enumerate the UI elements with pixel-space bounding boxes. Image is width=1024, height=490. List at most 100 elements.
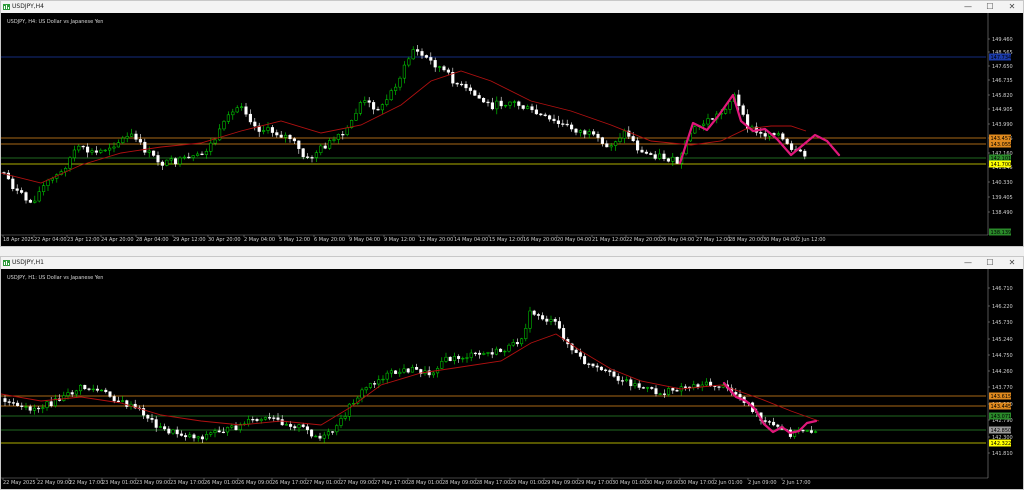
candle-body bbox=[192, 434, 196, 439]
candle bbox=[478, 350, 482, 359]
candle bbox=[636, 137, 640, 154]
candle bbox=[91, 384, 95, 393]
candle-body bbox=[640, 149, 644, 153]
candle-body bbox=[644, 151, 648, 154]
badge-label: 141.700 bbox=[991, 162, 1012, 168]
candle bbox=[438, 65, 442, 72]
candle-body bbox=[16, 402, 20, 407]
time-tick-label: 15 May 12:00 bbox=[489, 237, 523, 243]
candle-body bbox=[200, 436, 204, 440]
maximize-button[interactable]: ☐ bbox=[985, 257, 995, 269]
candle-body bbox=[595, 365, 599, 368]
candle bbox=[200, 434, 204, 443]
candle-body bbox=[15, 188, 19, 191]
candle bbox=[108, 391, 112, 398]
candle-body bbox=[86, 146, 90, 153]
candle-body bbox=[402, 368, 406, 373]
candle-body bbox=[561, 123, 565, 125]
candle-body bbox=[578, 352, 582, 357]
candle-body bbox=[781, 133, 785, 140]
candle bbox=[507, 343, 511, 353]
candle bbox=[494, 346, 498, 356]
candle-body bbox=[478, 352, 482, 355]
candle-body bbox=[442, 66, 446, 71]
time-tick-label: 27 May 01:00 bbox=[306, 480, 340, 486]
candle bbox=[364, 386, 368, 394]
candle bbox=[336, 133, 340, 144]
candle-body bbox=[557, 321, 561, 329]
candle bbox=[473, 89, 477, 96]
maximize-button[interactable]: ☐ bbox=[985, 1, 995, 13]
candle bbox=[248, 109, 252, 125]
candle bbox=[301, 147, 305, 160]
price-chart-h4[interactable]: USDJPY, H4: US Dollar vs Japanese Yen 149… bbox=[1, 13, 1023, 246]
candle bbox=[633, 380, 637, 389]
candle-body bbox=[163, 426, 167, 430]
candle bbox=[24, 402, 28, 411]
candle bbox=[704, 378, 708, 387]
candle bbox=[314, 150, 318, 163]
candle bbox=[372, 100, 376, 115]
candle-body bbox=[671, 156, 675, 162]
candle bbox=[305, 424, 309, 435]
candle-body bbox=[431, 372, 435, 376]
candle-body bbox=[275, 132, 279, 136]
candle-body bbox=[37, 191, 41, 202]
candle bbox=[490, 97, 494, 111]
candle-body bbox=[24, 192, 28, 201]
candle-body bbox=[526, 106, 530, 109]
candle-body bbox=[692, 384, 696, 388]
candle-body bbox=[253, 121, 257, 127]
candle bbox=[486, 351, 490, 357]
minimize-button[interactable]: — bbox=[963, 257, 973, 269]
candle-body bbox=[3, 398, 7, 402]
price-chart-h1[interactable]: USDJPY, H1: US Dollar vs Japanese Yen 146… bbox=[1, 269, 1023, 489]
pattern-drawing[interactable] bbox=[678, 93, 841, 165]
candle-body bbox=[767, 421, 771, 423]
candle bbox=[74, 389, 78, 398]
time-tick-label: 2 Jun 09:00 bbox=[748, 480, 777, 486]
candle-body bbox=[530, 106, 534, 111]
candle-body bbox=[410, 367, 414, 373]
chart-window-h4[interactable]: USDJPY,H4 — ☐ ✕ USDJPY, H4: US Dollar vs… bbox=[0, 0, 1024, 247]
candle-body bbox=[637, 383, 641, 388]
chart-canvas[interactable]: USDJPY, H4: US Dollar vs Japanese Yen 149… bbox=[1, 13, 1023, 246]
candle bbox=[517, 100, 521, 110]
candle-body bbox=[394, 370, 398, 374]
candle-body bbox=[658, 393, 662, 395]
candle bbox=[319, 143, 323, 156]
candle-body bbox=[263, 417, 267, 420]
candle-body bbox=[332, 139, 336, 141]
chart-canvas[interactable]: USDJPY, H1: US Dollar vs Japanese Yen 146… bbox=[1, 269, 1023, 489]
chart-window-h1[interactable]: USDJPY,H1 — ☐ ✕ USDJPY, H1: US Dollar vs… bbox=[0, 256, 1024, 490]
minimize-button[interactable]: — bbox=[963, 1, 973, 13]
close-button[interactable]: ✕ bbox=[1007, 257, 1017, 269]
candle-body bbox=[339, 418, 343, 426]
candle-body bbox=[486, 101, 490, 104]
time-tick-label: 23 Apr 12:00 bbox=[67, 237, 100, 243]
candle-body bbox=[280, 419, 284, 426]
window-titlebar[interactable]: USDJPY,H4 — ☐ ✕ bbox=[1, 1, 1023, 13]
price-level-badge: 147.734 bbox=[989, 53, 1011, 61]
candle bbox=[486, 99, 490, 107]
candle bbox=[150, 413, 154, 423]
time-tick-label: 27 May 12:00 bbox=[696, 237, 730, 243]
candle bbox=[37, 405, 41, 413]
close-button[interactable]: ✕ bbox=[1007, 1, 1017, 13]
candle-body bbox=[636, 140, 640, 151]
time-tick-label: 26 May 01:00 bbox=[204, 480, 238, 486]
time-tick-label: 12 May 20:00 bbox=[419, 237, 453, 243]
candle-body bbox=[543, 114, 547, 116]
candle-body bbox=[248, 113, 252, 123]
candle-body bbox=[100, 389, 104, 392]
candle bbox=[641, 386, 645, 389]
candle bbox=[196, 151, 200, 157]
candle bbox=[310, 155, 314, 163]
window-titlebar[interactable]: USDJPY,H1 — ☐ ✕ bbox=[1, 257, 1023, 269]
candle bbox=[776, 131, 780, 137]
candle-body bbox=[398, 371, 402, 374]
candle bbox=[604, 368, 608, 373]
candle bbox=[477, 92, 481, 99]
candle-body bbox=[368, 383, 372, 388]
candle bbox=[599, 366, 603, 372]
